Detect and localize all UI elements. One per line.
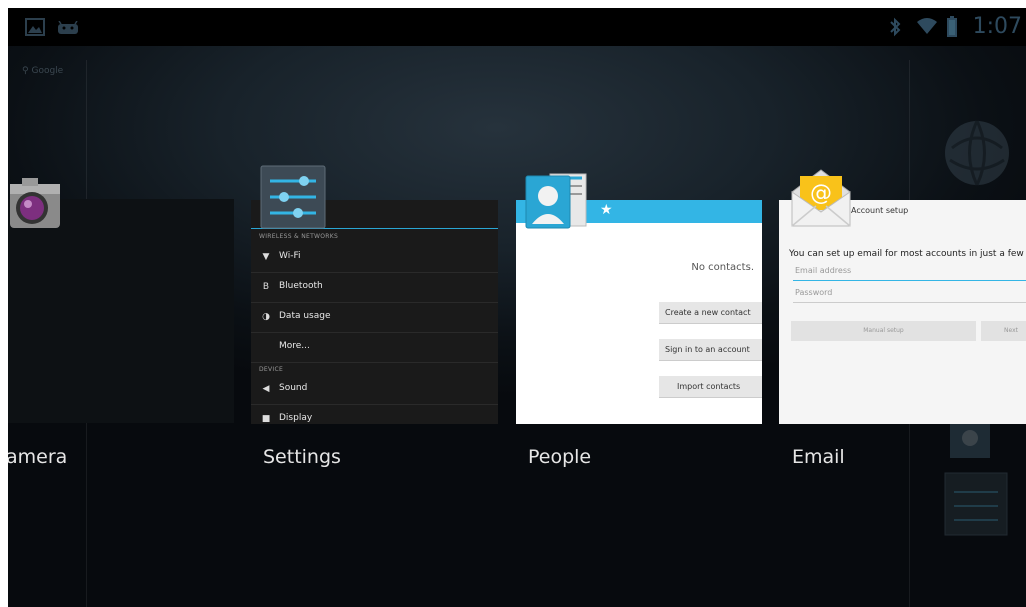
category-header: WIRELESS & NETWORKS	[259, 233, 339, 240]
display-icon: ■	[261, 414, 271, 424]
setup-intro: You can set up email for most accounts i…	[789, 249, 1026, 259]
empty-message: No contacts.	[691, 262, 754, 273]
settings-icon	[260, 165, 326, 233]
wifi-icon	[916, 17, 938, 39]
create-contact-button: Create a new contact	[659, 302, 762, 324]
search-icon: ⚲	[22, 66, 29, 76]
gallery-icon	[25, 18, 45, 40]
status-bar: 1:07	[8, 8, 1026, 46]
clock: 1:07	[972, 14, 1022, 39]
svg-text:@: @	[810, 181, 832, 206]
setup-title: Account setup	[851, 206, 909, 215]
settings-row: ◀ Sound	[251, 375, 498, 405]
settings-row: ■ Display	[251, 405, 498, 424]
wifi-icon: ▼	[262, 252, 270, 262]
star-icon: ★	[600, 202, 613, 218]
category-header: DEVICE	[259, 366, 284, 373]
globe-icon	[942, 118, 1012, 192]
email-icon: @	[786, 166, 856, 234]
sound-icon: ◀	[262, 384, 270, 394]
manual-setup-button: Manual setup	[791, 321, 976, 341]
android-icon	[56, 20, 80, 39]
recent-label-camera: amera	[8, 446, 68, 468]
people-ghost-icon	[944, 420, 1006, 464]
email-field: Email address	[793, 262, 1026, 281]
recent-apps-screen: 1:07 ⚲ Google amera WIRELESS & NETWORKS …	[8, 8, 1026, 607]
bluetooth-icon	[889, 17, 901, 41]
recent-label-email: Email	[792, 446, 845, 468]
data-usage-icon: ◑	[262, 312, 270, 322]
camera-icon	[8, 172, 64, 236]
search-hint: ⚲ Google	[22, 66, 64, 76]
recent-label-people: People	[528, 446, 592, 468]
settings-row: ▼ Wi-Fi	[251, 243, 498, 273]
settings-ghost-icon	[944, 472, 1008, 540]
recent-label-settings: Settings	[263, 446, 341, 468]
settings-row: ◑ Data usage	[251, 303, 498, 333]
people-icon	[524, 168, 590, 236]
next-button: Next	[981, 321, 1026, 341]
settings-row: More...	[251, 333, 498, 363]
bluetooth-icon: B	[262, 282, 270, 292]
sign-in-button: Sign in to an account	[659, 339, 762, 361]
settings-thumbnail[interactable]: WIRELESS & NETWORKS ▼ Wi-Fi B Bluetooth …	[251, 200, 498, 424]
settings-row: B Bluetooth	[251, 273, 498, 303]
password-field: Password	[793, 284, 1026, 303]
import-contacts-button: Import contacts	[659, 376, 762, 398]
battery-icon	[946, 16, 958, 42]
